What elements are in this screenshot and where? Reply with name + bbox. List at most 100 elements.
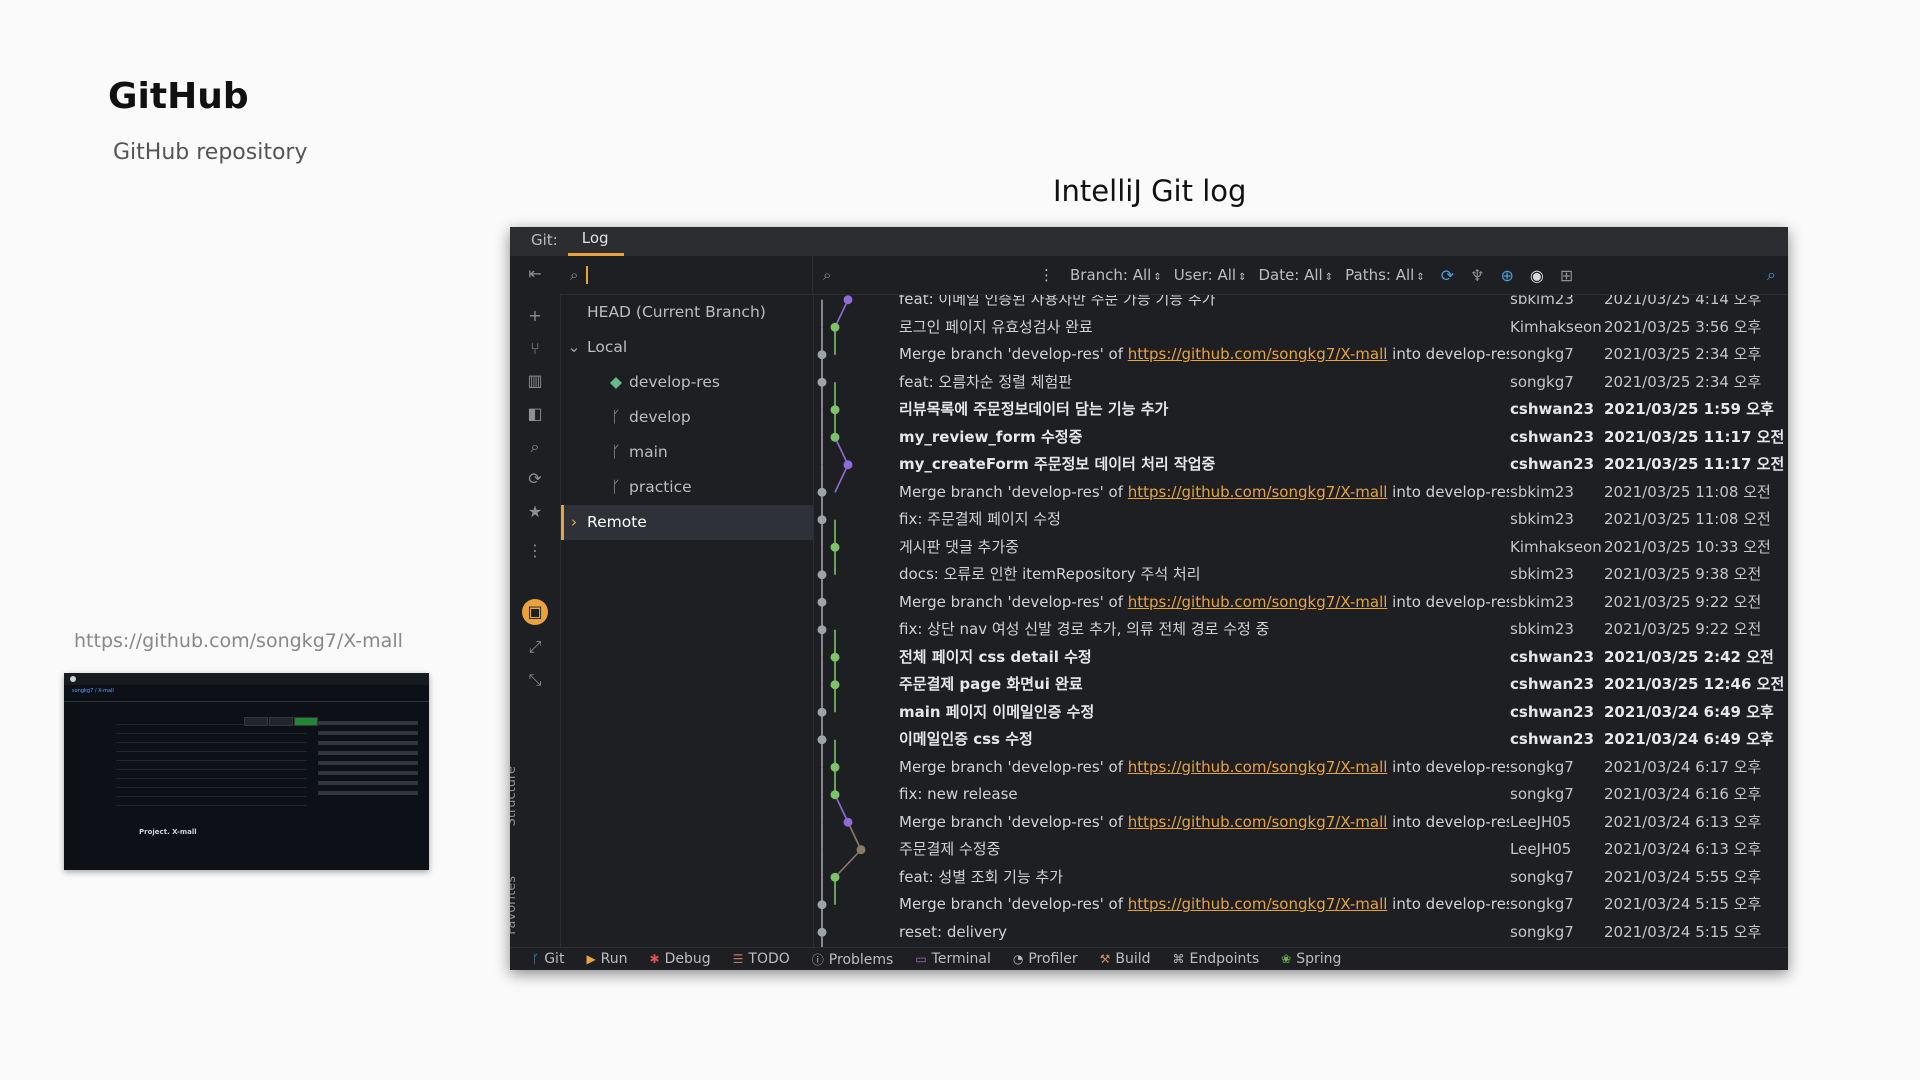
commit-row[interactable]: 게시판 댓글 추가중 Kimhakseon 2021/03/25 10:33 오전 [814, 534, 1788, 562]
branch-develop-res[interactable]: ◆ develop-res [561, 365, 813, 400]
commit-message-text: 주문결제 page 화면ui 완료 [899, 675, 1083, 693]
commit-row[interactable]: 리뷰목록에 주문정보데이터 담는 기능 추가 cshwan23 2021/03/25… [814, 396, 1788, 424]
commit-row[interactable]: docs: 오류로 인한 itemRepository 주석 처리 sbkim23… [814, 561, 1788, 589]
user-filter[interactable]: User: All ⇕ [1174, 266, 1247, 284]
tool-build[interactable]: ⚒ Build [1100, 951, 1151, 967]
paths-filter[interactable]: Paths: All ⇕ [1345, 266, 1425, 284]
search-icon[interactable]: ⌕ [1767, 265, 1776, 285]
refresh-icon[interactable]: ⟳ [524, 469, 546, 488]
local-label: Local [587, 338, 628, 356]
tool-spring[interactable]: ❀ Spring [1281, 951, 1341, 967]
commit-search-field[interactable]: ⌕ ⋮ [813, 266, 1058, 284]
tool-profiler[interactable]: ◔ Profiler [1013, 951, 1078, 967]
commit-row[interactable]: 주문결제 page 화면ui 완료 cshwan23 2021/03/25 12:4… [814, 671, 1788, 699]
commit-row[interactable]: Merge branch 'develop-res' of https://gi… [814, 891, 1788, 919]
commit-message-text: my_review_form 수정중 [899, 427, 1083, 446]
commit-icon[interactable]: ⊕ [1500, 266, 1513, 285]
commit-row[interactable]: fix: new release songkg7 2021/03/24 6:16 오… [814, 781, 1788, 809]
branch-head[interactable]: HEAD (Current Branch) [561, 295, 813, 330]
date-filter[interactable]: Date: All ⇕ [1258, 266, 1333, 284]
collapse-left-icon[interactable]: ⇤ [524, 264, 546, 283]
commit-row[interactable]: 이메일인증 css 수정 cshwan23 2021/03/24 6:49 오후 [814, 726, 1788, 754]
tool-endpoints[interactable]: ⌘ Endpoints [1173, 951, 1260, 967]
commit-link[interactable]: https://github.com/songkg7/X-mall [1128, 483, 1388, 501]
commit-message: Merge branch 'develop-res' of https://gi… [899, 341, 1509, 369]
tool-label: Terminal [931, 951, 991, 967]
tool-terminal[interactable]: ▭ Terminal [915, 951, 991, 967]
commit-row[interactable]: my_review_form 수정중 cshwan23 2021/03/25 11:… [814, 424, 1788, 452]
commit-message: 게시판 댓글 추가중 [899, 534, 1509, 562]
refresh-icon[interactable]: ⟳ [1441, 266, 1454, 285]
commit-message-text: Merge branch 'develop-res' of [899, 757, 1128, 776]
commit-row[interactable]: Merge branch 'develop-res' of https://gi… [814, 809, 1788, 837]
branches-panel-icon[interactable]: ▣ [522, 599, 548, 625]
branch-practice[interactable]: ᚴ practice [561, 470, 813, 505]
cherry-pick-icon[interactable]: ♆ [1470, 266, 1484, 285]
compare-icon[interactable]: ◧ [524, 404, 546, 423]
commit-message: my_review_form 수정중 [899, 424, 1509, 452]
branch-icon[interactable]: ⑂ [524, 339, 546, 358]
branch-group-local[interactable]: ⌄ Local [561, 330, 813, 365]
branch-filter[interactable]: Branch: All ⇕ [1070, 266, 1162, 284]
branch-main[interactable]: ᚴ main [561, 435, 813, 470]
commit-row[interactable]: Merge branch 'develop-res' of https://gi… [814, 341, 1788, 369]
profiler-icon: ◔ [1012, 952, 1024, 966]
more-icon[interactable]: ⋮ [524, 541, 546, 560]
commit-row[interactable]: 주문결제 수정중 LeeJH05 2021/03/24 6:13 오후 [814, 836, 1788, 864]
commit-message-text: main 페이지 이메일인증 수정 [899, 702, 1095, 721]
structure-side-tab[interactable]: Structure [510, 766, 519, 826]
commit-message-text: my_createForm 주문정보 데이터 처리 작업중 [899, 455, 1216, 473]
thumb-file-row [116, 725, 307, 734]
expand-icon[interactable]: ⤢ [524, 637, 546, 657]
commit-row[interactable]: feat: 성별 조회 기능 추가 songkg7 2021/03/24 5:55 … [814, 864, 1788, 892]
commit-link[interactable]: https://github.com/songkg7/X-mall [1128, 895, 1388, 913]
tool-label: Run [600, 951, 628, 967]
commit-date: 2021/03/24 6:17 오후 [1604, 757, 1762, 776]
branch-search-field[interactable]: ⌕ [560, 256, 813, 294]
commit-row[interactable]: feat: 이메일 인증된 사용자만 주문 가능 기능 추가 sbkim23 202… [814, 295, 1788, 314]
commit-link[interactable]: https://github.com/songkg7/X-mall [1128, 813, 1388, 831]
commit-link[interactable]: https://github.com/songkg7/X-mall [1128, 593, 1388, 611]
tool-run[interactable]: ▶ Run [586, 951, 627, 967]
collapse-icon[interactable]: ⤡ [524, 670, 546, 690]
slide-subtitle: GitHub repository [113, 140, 308, 165]
commit-message: feat: 오름차순 정렬 체험판 [899, 369, 1509, 397]
branch-filter-label: Branch: All [1070, 266, 1152, 284]
star-icon[interactable]: ★ [524, 502, 546, 521]
commit-message-suffix: into develop-res [1387, 592, 1509, 611]
tool-problems[interactable]: ⓘ Problems [812, 951, 894, 968]
github-url: https://github.com/songkg7/X-mall [74, 630, 403, 652]
commit-date: 2021/03/25 10:33 오전 [1604, 537, 1771, 556]
commit-row[interactable]: Merge branch 'develop-res' of https://gi… [814, 754, 1788, 782]
branch-group-remote[interactable]: › Remote [561, 505, 813, 540]
branch-develop[interactable]: ᚴ develop [561, 400, 813, 435]
commit-message-suffix: into develop-res [1387, 345, 1509, 363]
add-icon[interactable]: + [524, 306, 546, 325]
eye-icon[interactable]: ◉ [1530, 266, 1544, 285]
commit-row[interactable]: 전체 페이지 css detail 수정 cshwan23 2021/03/25 2… [814, 644, 1788, 672]
commit-row[interactable]: Merge branch 'develop-res' of https://gi… [814, 589, 1788, 617]
tool-git[interactable]: ᚴ Git [532, 951, 564, 967]
commit-message: Merge branch 'develop-res' of https://gi… [899, 891, 1509, 919]
more-options-icon[interactable]: ⋮ [1039, 266, 1054, 284]
commit-row[interactable]: 로그인 페이지 유효성검사 완료 Kimhakseon 2021/03/25 3:5… [814, 314, 1788, 342]
tool-todo[interactable]: ☰ TODO [733, 951, 790, 967]
commit-row[interactable]: my_createForm 주문정보 데이터 처리 작업중 cshwan23 202… [814, 451, 1788, 479]
commit-row[interactable]: feat: 오름차순 정렬 체험판 songkg7 2021/03/25 2:34 … [814, 369, 1788, 397]
thumb-sidebar [318, 715, 418, 801]
search-icon[interactable]: ⌕ [524, 437, 546, 457]
commit-link[interactable]: https://github.com/songkg7/X-mall [1128, 345, 1388, 363]
delete-icon[interactable]: ▥ [524, 371, 546, 390]
commit-row[interactable]: reset: delivery songkg7 2021/03/24 5:15 오후 [814, 919, 1788, 947]
commit-row[interactable]: fix: 주문결제 페이지 수정 sbkim23 2021/03/25 11:08 … [814, 506, 1788, 534]
tool-debug[interactable]: ✱ Debug [650, 951, 711, 967]
branch-icon: ᚴ [611, 478, 621, 496]
favorites-side-tab[interactable]: Favorites [510, 876, 519, 935]
tab-log[interactable]: Log [567, 229, 624, 256]
commit-row[interactable]: main 페이지 이메일인증 수정 cshwan23 2021/03/24 6:49… [814, 699, 1788, 727]
open-tab-icon[interactable]: ⊞ [1560, 266, 1573, 285]
commit-message-text: Merge branch 'develop-res' of [899, 592, 1128, 611]
commit-link[interactable]: https://github.com/songkg7/X-mall [1128, 758, 1388, 776]
commit-row[interactable]: fix: 상단 nav 여성 신발 경로 추가, 의류 전체 경로 수정 중 sb… [814, 616, 1788, 644]
commit-row[interactable]: Merge branch 'develop-res' of https://gi… [814, 479, 1788, 507]
